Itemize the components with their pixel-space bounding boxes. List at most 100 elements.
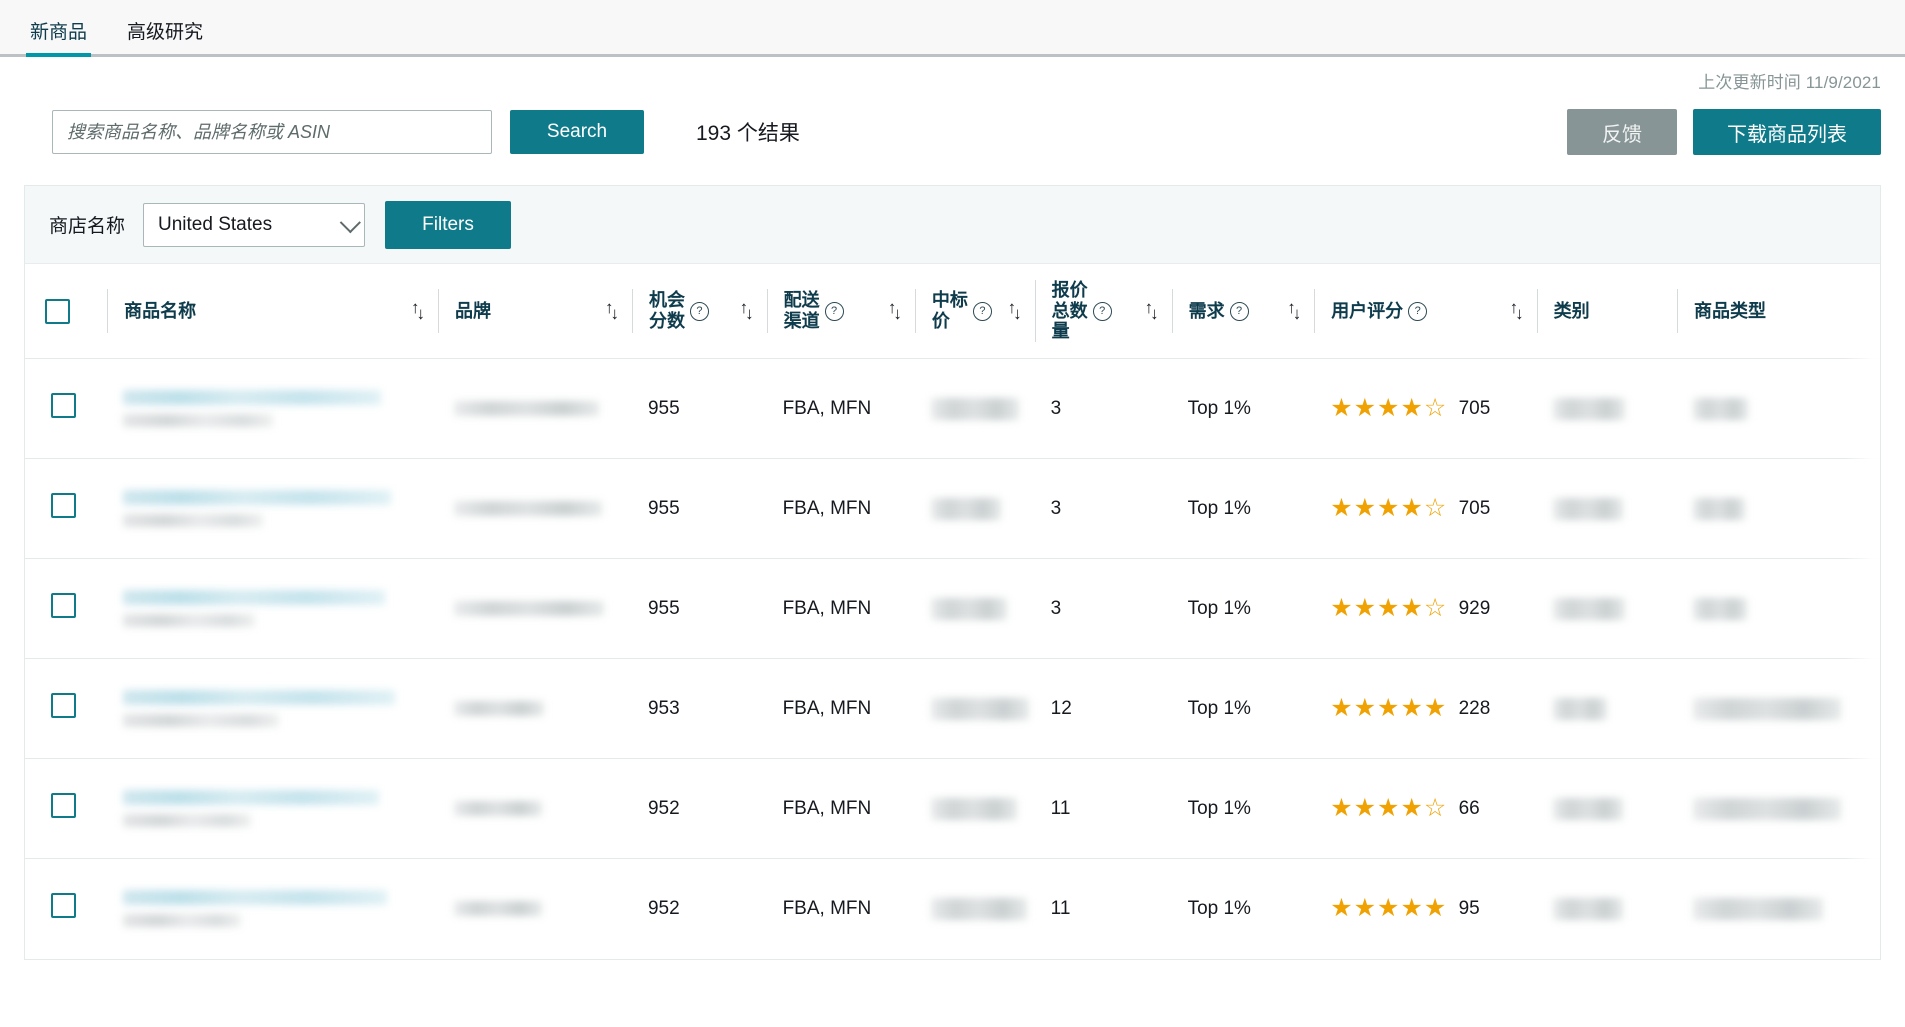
product-subtitle-redacted (123, 414, 274, 428)
cell-product-name (107, 658, 438, 760)
row-checkbox[interactable] (51, 693, 76, 719)
search-input[interactable] (52, 110, 492, 154)
sort-demand-icon[interactable]: ↑↓ (1287, 298, 1304, 323)
cell-winning-price (914, 758, 1035, 860)
brand-redacted (454, 901, 542, 917)
cell-category (1536, 758, 1677, 860)
table-row[interactable]: 955 FBA, MFN 3 Top 1% ★ ★ ★ ★ ☆ 705 (25, 358, 1880, 460)
filter-bar: 商店名称 United States Filters (24, 185, 1881, 263)
table-row[interactable]: 955 FBA, MFN 3 Top 1% ★ ★ ★ ★ ☆ 705 (25, 458, 1880, 560)
download-product-list-button[interactable]: 下载商品列表 (1693, 109, 1881, 155)
cell-product-type (1677, 859, 1880, 959)
cell-product-type (1676, 658, 1880, 760)
star-full-icon: ★ (1377, 894, 1400, 923)
help-icon[interactable]: ? (1092, 301, 1112, 321)
store-select-value: United States (158, 213, 273, 235)
store-select[interactable]: United States (143, 202, 366, 247)
help-icon[interactable]: ? (824, 301, 844, 321)
cell-demand: Top 1% (1171, 358, 1315, 460)
category-redacted (1552, 497, 1623, 520)
rating-stars: ★ ★ ★ ★ ☆ (1330, 796, 1446, 821)
rating-stars: ★ ★ ★ ★ ★ (1330, 896, 1446, 921)
row-checkbox-cell (25, 458, 108, 560)
winning-price-redacted (930, 897, 1027, 920)
sort-opportunity-score-icon[interactable]: ↑↓ (740, 298, 757, 323)
th-brand-label: 品牌 (455, 300, 491, 321)
search-button[interactable]: Search (510, 110, 644, 154)
cell-fulfillment-channel: FBA, MFN (766, 758, 915, 860)
row-checkbox[interactable] (51, 493, 76, 519)
cell-total-offers: 12 (1034, 658, 1172, 760)
product-subtitle-redacted (123, 814, 252, 828)
product-subtitle-redacted (123, 514, 264, 528)
cell-brand (438, 358, 632, 460)
help-icon[interactable]: ? (1229, 301, 1249, 321)
row-checkbox[interactable] (51, 593, 76, 619)
select-all-checkbox[interactable] (45, 298, 70, 324)
store-select-wrapper[interactable]: United States (143, 202, 366, 247)
cell-category (1536, 358, 1677, 460)
filters-button[interactable]: Filters (385, 200, 512, 249)
star-empty-icon: ☆ (1423, 594, 1447, 623)
th-customer-rating-label: 用户评分 (1331, 300, 1404, 321)
help-icon[interactable]: ? (972, 301, 992, 321)
th-brand: 品牌 ↑↓ (438, 264, 632, 360)
sort-product-name-icon[interactable]: ↑↓ (411, 298, 428, 323)
star-full-icon: ★ (1423, 694, 1447, 723)
sort-fulfillment-channel-icon[interactable]: ↑↓ (888, 298, 905, 323)
help-icon[interactable]: ? (1408, 301, 1428, 321)
brand-redacted (454, 501, 602, 517)
table-row[interactable]: 955 FBA, MFN 3 Top 1% ★ ★ ★ ★ ☆ 929 (25, 558, 1880, 660)
row-checkbox[interactable] (51, 793, 76, 819)
tab-bar: 新商品 高级研究 (0, 0, 1905, 57)
th-select-all (25, 264, 108, 360)
table-row[interactable]: 952 FBA, MFN 11 Top 1% ★ ★ ★ ★ ☆ 66 (25, 758, 1880, 860)
row-checkbox-cell (25, 358, 108, 460)
star-full-icon: ★ (1377, 594, 1400, 623)
cell-demand: Top 1% (1171, 658, 1315, 760)
product-subtitle-redacted (123, 914, 242, 928)
star-full-icon: ★ (1353, 494, 1377, 523)
cell-customer-rating: ★ ★ ★ ★ ★ 95 (1314, 859, 1536, 959)
product-name-redacted (123, 890, 388, 906)
cell-winning-price (914, 558, 1035, 660)
cell-fulfillment-channel: FBA, MFN (766, 658, 915, 760)
star-full-icon: ★ (1353, 694, 1377, 723)
feedback-button[interactable]: 反馈 (1567, 109, 1677, 155)
cell-customer-rating: ★ ★ ★ ★ ☆ 66 (1314, 758, 1537, 860)
star-full-icon: ★ (1353, 594, 1377, 623)
tab-new-products[interactable]: 新商品 (26, 23, 92, 57)
th-category: 类别 (1536, 264, 1677, 360)
cell-demand: Top 1% (1171, 558, 1315, 660)
cell-total-offers: 3 (1034, 558, 1172, 660)
row-checkbox[interactable] (51, 893, 76, 919)
rating-count: 95 (1458, 897, 1480, 919)
last-updated-text: 上次更新时间 11/9/2021 (1698, 72, 1881, 92)
cell-category (1536, 658, 1677, 760)
sort-total-offers-icon[interactable]: ↑↓ (1145, 298, 1162, 323)
row-checkbox[interactable] (51, 393, 76, 419)
result-count: 193 个结果 (696, 122, 800, 145)
cell-product-name (107, 358, 438, 460)
cell-demand: Top 1% (1171, 758, 1315, 860)
star-full-icon: ★ (1400, 594, 1423, 623)
help-icon[interactable]: ? (689, 301, 709, 321)
cell-opportunity-score: 953 (631, 658, 767, 760)
sort-winning-price-icon[interactable]: ↑↓ (1008, 298, 1025, 323)
table-row[interactable]: 953 FBA, MFN 12 Top 1% ★ ★ ★ ★ ★ 228 (25, 658, 1880, 760)
th-demand: 需求 ? ↑↓ (1171, 264, 1315, 360)
table-row[interactable]: 952 FBA, MFN 11 Top 1% ★ ★ ★ ★ ★ 95 (25, 859, 1880, 959)
products-table: 商品名称 ↑↓ 品牌 ↑↓ 机会 分数 ? ↑↓ 配送 渠道 ? ↑↓ 中标 价… (25, 264, 1880, 959)
sort-customer-rating-icon[interactable]: ↑↓ (1510, 298, 1527, 323)
cell-fulfillment-channel: FBA, MFN (766, 358, 915, 460)
tab-advanced-research[interactable]: 高级研究 (123, 23, 207, 54)
product-name-redacted (123, 690, 396, 706)
th-demand-label: 需求 (1188, 300, 1225, 321)
product-name-redacted (123, 490, 392, 506)
brand-redacted (454, 701, 544, 717)
products-table-wrapper: 商品名称 ↑↓ 品牌 ↑↓ 机会 分数 ? ↑↓ 配送 渠道 ? ↑↓ 中标 价… (24, 263, 1881, 960)
brand-redacted (454, 801, 542, 817)
cell-fulfillment-channel: FBA, MFN (766, 458, 915, 560)
sort-brand-icon[interactable]: ↑↓ (605, 298, 622, 323)
category-redacted (1552, 797, 1623, 820)
